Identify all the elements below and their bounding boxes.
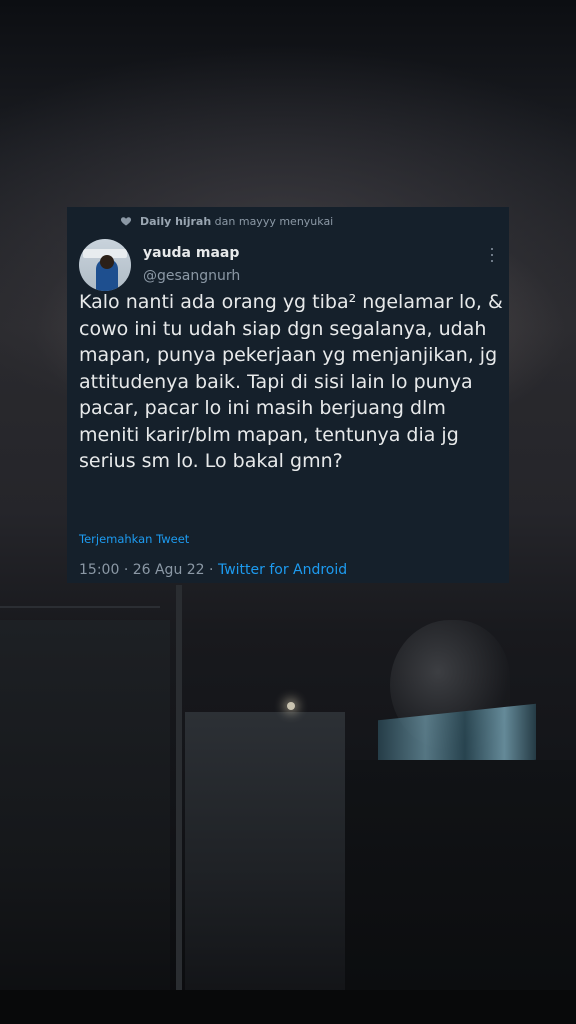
liked-by-first-user[interactable]: Daily hijrah xyxy=(140,215,211,228)
avatar[interactable] xyxy=(79,239,131,291)
meta-separator: · xyxy=(123,562,129,578)
ground xyxy=(0,990,576,1024)
tweet-card[interactable]: Daily hijrah dan mayyy menyukai yauda ma… xyxy=(67,207,509,583)
neon-sign xyxy=(378,703,536,777)
tweet-text: Kalo nanti ada orang yg tiba² ngelamar l… xyxy=(79,291,503,472)
wall-silhouette xyxy=(185,712,345,1024)
tweet-source[interactable]: Twitter for Android xyxy=(218,562,347,578)
street-pole xyxy=(176,585,182,1024)
fence-silhouette xyxy=(345,760,576,1024)
tweet-meta: 15:00 · 26 Agu 22 · Twitter for Android xyxy=(79,562,347,578)
heart-icon xyxy=(120,217,132,226)
tweet-time: 15:00 xyxy=(79,562,120,578)
liked-by-rest: dan mayyy menyukai xyxy=(214,214,334,228)
translate-tweet-link[interactable]: Terjemahkan Tweet xyxy=(79,532,189,546)
liked-by-row[interactable]: Daily hijrah dan mayyy menyukai xyxy=(120,213,333,229)
user-handle[interactable]: @gesangnurh xyxy=(143,268,240,284)
street-light xyxy=(287,702,295,710)
tweet-date: 26 Agu 22 xyxy=(132,562,205,578)
meta-separator: · xyxy=(209,562,214,578)
display-name[interactable]: yauda maap xyxy=(143,245,239,261)
more-vertical-icon[interactable] xyxy=(489,248,495,262)
liked-by-text: Daily hijrah dan mayyy menyukai xyxy=(140,215,333,228)
tree-silhouette xyxy=(390,620,510,750)
building-silhouette xyxy=(0,606,170,1024)
